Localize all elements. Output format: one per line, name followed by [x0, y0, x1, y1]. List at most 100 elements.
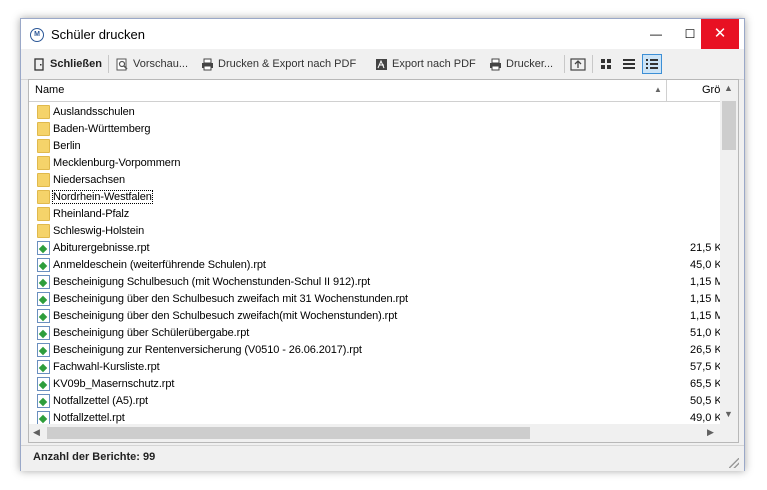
- report-file-icon: [37, 258, 50, 272]
- pdf-icon: [375, 58, 388, 71]
- item-name: Nordrhein-Westfalen: [52, 190, 153, 204]
- folder-icon: [37, 122, 50, 136]
- printer-settings-label: Drucker...: [506, 58, 554, 70]
- list-item[interactable]: Niedersachsen: [29, 172, 720, 189]
- close-window-button[interactable]: ✕: [701, 19, 739, 49]
- print-students-window: M Schüler drucken — ☐ ✕ Schließen Vorsch…: [20, 18, 745, 471]
- horizontal-scrollbar[interactable]: ◀ ▶: [29, 424, 720, 442]
- list-item[interactable]: Bescheinigung über den Schulbesuch zweif…: [29, 291, 724, 308]
- scroll-down-icon[interactable]: ▼: [724, 409, 733, 419]
- report-file-icon: [37, 377, 50, 391]
- window-title: Schüler drucken: [51, 27, 145, 42]
- status-bar: Anzahl der Berichte: 99: [21, 445, 744, 471]
- list-item[interactable]: Schleswig-Holstein: [29, 223, 720, 240]
- print-export-pdf-button[interactable]: Drucken & Export nach PDF: [201, 54, 356, 74]
- list-item[interactable]: Berlin: [29, 138, 720, 155]
- folder-icon: [37, 156, 50, 170]
- item-name: Rheinland-Pfalz: [53, 208, 130, 220]
- list-item[interactable]: Bescheinigung Schulbesuch (mit Wochenstu…: [29, 274, 724, 291]
- list-item[interactable]: Abiturergebnisse.rpt 21,5 K: [29, 240, 722, 257]
- print-export-pdf-label: Drucken & Export nach PDF: [218, 58, 357, 70]
- toolbar-separator: [108, 55, 109, 73]
- printer-icon: [201, 58, 214, 71]
- item-size: 26,5 K: [690, 344, 722, 356]
- grid-icon: [601, 59, 611, 69]
- export-pdf-button[interactable]: Export nach PDF: [375, 54, 476, 74]
- item-name: Mecklenburg-Vorpommern: [53, 157, 181, 169]
- close-button[interactable]: Schließen: [33, 54, 102, 74]
- report-file-icon: [37, 360, 50, 374]
- preview-button-label: Vorschau...: [133, 58, 189, 70]
- column-header-name[interactable]: Name: [35, 84, 64, 96]
- folder-up-button[interactable]: [568, 54, 588, 74]
- scroll-up-icon[interactable]: ▲: [724, 83, 733, 93]
- report-file-icon: [37, 292, 50, 306]
- view-list-button[interactable]: [619, 54, 639, 74]
- scrollbar-corner: [720, 424, 738, 442]
- list-item[interactable]: Mecklenburg-Vorpommern: [29, 155, 720, 172]
- list-item[interactable]: Auslandsschulen: [29, 104, 720, 121]
- view-large-icons-button[interactable]: [596, 54, 616, 74]
- export-pdf-label: Export nach PDF: [392, 58, 476, 70]
- list-item[interactable]: Rheinland-Pfalz: [29, 206, 720, 223]
- item-size: 51,0 K: [690, 327, 722, 339]
- report-list[interactable]: Name ▲ Größ Auslandsschulen Baden-Württe…: [28, 79, 739, 443]
- item-name: KV09b_Masernschutz.rpt: [53, 378, 175, 390]
- toolbar: Schließen Vorschau... Drucken & Export n…: [21, 49, 744, 80]
- details-icon: [646, 59, 658, 69]
- scroll-right-icon[interactable]: ▶: [707, 427, 714, 438]
- item-size: 21,5 K: [690, 242, 722, 254]
- column-divider[interactable]: [666, 80, 667, 101]
- item-size: 50,5 K: [690, 395, 722, 407]
- item-name: Bescheinigung zur Rentenversicherung (V0…: [53, 344, 362, 356]
- list-item[interactable]: Nordrhein-Westfalen: [29, 189, 720, 206]
- report-file-icon: [37, 326, 50, 340]
- item-name: Berlin: [53, 140, 81, 152]
- sort-ascending-icon: ▲: [654, 85, 662, 94]
- close-button-label: Schließen: [50, 58, 102, 70]
- list-item[interactable]: Bescheinigung über den Schulbesuch zweif…: [29, 308, 724, 325]
- item-name: Baden-Württemberg: [53, 123, 151, 135]
- item-name: Niedersachsen: [53, 174, 126, 186]
- item-size: 65,5 K: [690, 378, 722, 390]
- door-icon: [33, 57, 46, 71]
- item-size: 1,15 M: [690, 276, 724, 288]
- list-item[interactable]: Fachwahl-Kursliste.rpt 57,5 K: [29, 359, 722, 376]
- toolbar-separator: [592, 55, 593, 73]
- folder-up-icon: [570, 58, 586, 71]
- vertical-scroll-thumb[interactable]: [722, 101, 736, 150]
- folder-icon: [37, 207, 50, 221]
- list-icon: [623, 59, 635, 69]
- item-name: Fachwahl-Kursliste.rpt: [53, 361, 160, 373]
- toolbar-separator: [564, 55, 565, 73]
- vertical-scrollbar[interactable]: ▲ ▼: [720, 80, 738, 424]
- item-size: 57,5 K: [690, 361, 722, 373]
- report-file-icon: [37, 241, 50, 255]
- printer-icon: [489, 58, 502, 71]
- list-item[interactable]: Anmeldeschein (weiterführende Schulen).r…: [29, 257, 722, 274]
- scroll-left-icon[interactable]: ◀: [33, 427, 40, 438]
- report-file-icon: [37, 411, 50, 425]
- minimize-button[interactable]: —: [639, 19, 673, 49]
- title-bar[interactable]: M Schüler drucken — ☐ ✕: [21, 19, 744, 49]
- list-header: Name ▲ Größ: [29, 80, 738, 102]
- item-name: Bescheinigung über den Schulbesuch zweif…: [53, 310, 398, 322]
- list-item[interactable]: Baden-Württemberg: [29, 121, 720, 138]
- folder-icon: [37, 105, 50, 119]
- list-item[interactable]: Bescheinigung zur Rentenversicherung (V0…: [29, 342, 722, 359]
- folder-icon: [37, 190, 50, 204]
- report-file-icon: [37, 343, 50, 357]
- view-details-button[interactable]: [642, 54, 662, 74]
- item-name: Notfallzettel.rpt: [53, 412, 125, 424]
- printer-settings-button[interactable]: Drucker...: [489, 54, 553, 74]
- resize-grip-icon[interactable]: [729, 458, 739, 468]
- list-item[interactable]: Bescheinigung über Schülerübergabe.rpt 51…: [29, 325, 722, 342]
- report-file-icon: [37, 275, 50, 289]
- folder-icon: [37, 173, 50, 187]
- item-name: Bescheinigung über den Schulbesuch zweif…: [53, 293, 409, 305]
- preview-button[interactable]: Vorschau...: [116, 54, 188, 74]
- item-name: Bescheinigung über Schülerübergabe.rpt: [53, 327, 250, 339]
- list-item[interactable]: KV09b_Masernschutz.rpt 65,5 K: [29, 376, 722, 393]
- horizontal-scroll-thumb[interactable]: [47, 427, 530, 439]
- list-item[interactable]: Notfallzettel (A5).rpt 50,5 K: [29, 393, 722, 410]
